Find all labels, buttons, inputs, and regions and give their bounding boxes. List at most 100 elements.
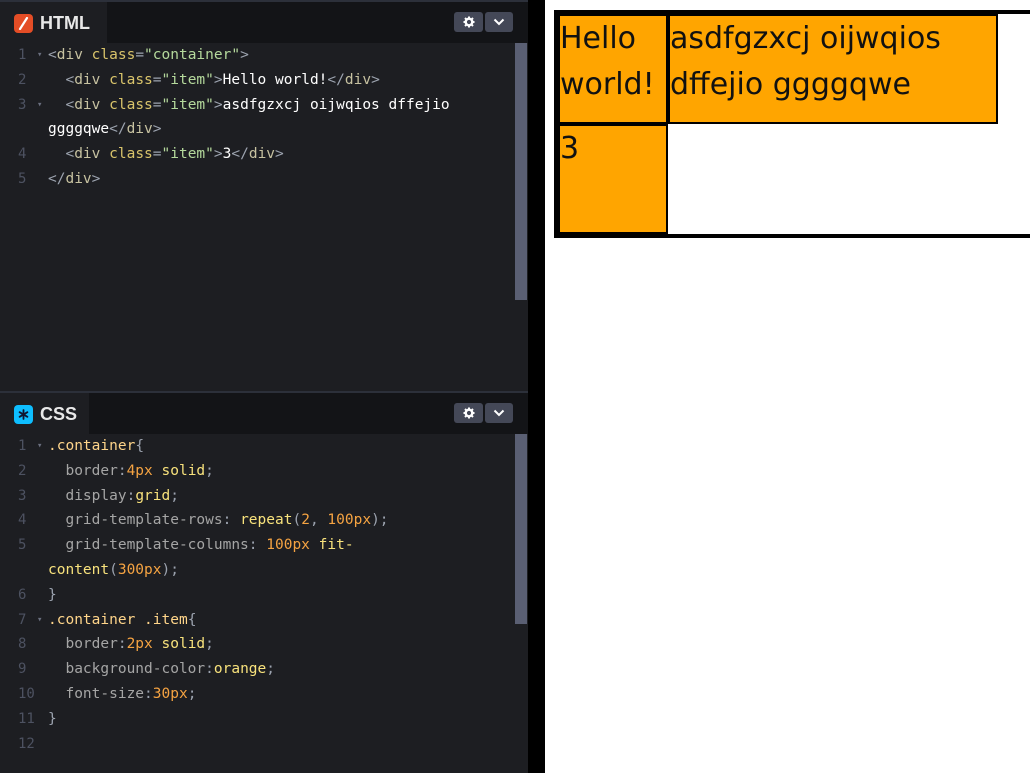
css-line-gutter: 1 ▾ 2 3 4 5 6 7 ▾ 8 9 10 11 12 [0, 434, 46, 756]
code-token: : [222, 512, 241, 529]
code-token: div [74, 146, 110, 163]
css-editor-panel: CSS 1 ▾ 2 3 4 5 6 7 ▾ 8 9 10 11 12 .container{ border… [0, 391, 528, 773]
code-token: : [248, 537, 267, 554]
css-panel-header: CSS [0, 391, 528, 436]
code-token: < [48, 96, 75, 113]
tab-css[interactable]: CSS [0, 393, 89, 436]
line-number: 1 ▾ [0, 43, 46, 68]
code-token: "item" [161, 71, 214, 88]
code-token: div [126, 121, 153, 138]
code-token: "container" [144, 47, 241, 63]
code-token: grid-template-rows [48, 512, 223, 529]
code-token: ); [161, 561, 179, 578]
html-collapse-button[interactable] [485, 12, 513, 32]
code-line: <div class="item">Hello world!</div> [48, 68, 514, 93]
line-number: 11 [18, 710, 35, 727]
code-token: : [117, 636, 127, 653]
code-token: 100px [327, 512, 372, 529]
code-token: 2px [126, 636, 153, 653]
code-token: } [48, 586, 57, 603]
code-line: ggggqwe</div> [48, 117, 514, 142]
grid-item-3: 3 [558, 124, 668, 234]
code-line: border:2px solid; [48, 632, 514, 657]
code-token: = [152, 146, 162, 163]
code-token: grid [135, 487, 171, 504]
tab-css-label: CSS [40, 404, 78, 424]
code-token: </ [109, 121, 127, 138]
line-number: 6 [18, 586, 27, 603]
line-number [0, 117, 46, 142]
code-token: = [152, 71, 162, 88]
code-token: .container .item [48, 611, 188, 628]
fold-arrow-icon[interactable]: ▾ [37, 608, 42, 633]
css-settings-button[interactable] [454, 403, 483, 423]
gear-icon [463, 16, 474, 28]
code-line: } [48, 707, 514, 732]
code-token: ggggqwe [48, 121, 110, 138]
code-token: "item" [161, 96, 214, 113]
line-number: 10 [18, 685, 35, 702]
css-code-area[interactable]: .container{ border:4px solid; display:gr… [48, 434, 514, 756]
line-number [0, 558, 46, 583]
code-token: Hello world! [222, 71, 328, 88]
tab-html[interactable]: HTML [0, 2, 107, 45]
code-line: .container{ [48, 434, 514, 459]
code-token: div [74, 96, 110, 113]
code-token: ; [266, 661, 275, 678]
line-number: 9 [18, 661, 27, 678]
code-line: } [48, 583, 514, 608]
code-token: "item" [161, 146, 214, 163]
code-line: <div class="container"> [48, 43, 514, 68]
code-token: border [48, 636, 118, 653]
html-code-area[interactable]: <div class="container"> <div class="item… [48, 43, 514, 192]
code-token: = [152, 96, 162, 113]
fold-arrow-icon[interactable]: ▾ [37, 93, 42, 118]
css-collapse-button[interactable] [485, 403, 513, 423]
code-token: asdfgzxcj oijwqios dffejio [222, 96, 450, 113]
code-token: 300px [117, 561, 162, 578]
code-token: </ [327, 71, 345, 88]
code-token: ( [109, 561, 118, 578]
html-logo-icon [14, 14, 33, 33]
code-token: ; [187, 685, 197, 702]
fold-arrow-icon[interactable]: ▾ [37, 434, 42, 459]
code-line: </div> [48, 167, 514, 192]
code-token: : [117, 462, 127, 479]
line-number: 12 [18, 735, 35, 752]
code-token: ); [371, 512, 389, 529]
code-token: 2 [301, 512, 310, 529]
grid-item-2: asdfgzxcj oijwqios dffejio ggggqwe [668, 14, 998, 124]
code-token: > [240, 47, 249, 63]
code-token: fit- [309, 537, 354, 554]
code-token: , [309, 512, 328, 529]
code-token: > [371, 71, 380, 88]
code-token: : [126, 487, 136, 504]
code-token: class [109, 146, 153, 163]
code-token: .container [48, 438, 136, 454]
chevron-down-icon [493, 409, 505, 417]
code-token: { [135, 438, 145, 454]
code-token: 30px [152, 685, 188, 702]
code-token: div [65, 170, 92, 187]
html-panel-header: HTML [0, 0, 528, 45]
code-token: > [91, 170, 101, 187]
code-token: display [48, 487, 127, 504]
html-settings-button[interactable] [454, 12, 483, 32]
css-scrollbar[interactable] [515, 434, 527, 624]
line-number: 3 ▾ [0, 93, 46, 118]
line-number: 5 [18, 537, 27, 554]
line-number: 4 [18, 146, 27, 163]
code-token: solid [152, 462, 206, 479]
code-line: .container .item{ [48, 608, 514, 633]
html-scrollbar[interactable] [515, 43, 527, 300]
code-token: div [56, 47, 92, 63]
code-token: 4px [126, 462, 153, 479]
code-token: > [213, 96, 223, 113]
code-token: : [144, 685, 153, 702]
code-token: content [48, 561, 110, 578]
code-token: div [248, 146, 276, 163]
code-line: content(300px); [48, 558, 514, 583]
line-number: 5 [18, 170, 27, 187]
fold-arrow-icon[interactable]: ▾ [37, 43, 42, 68]
